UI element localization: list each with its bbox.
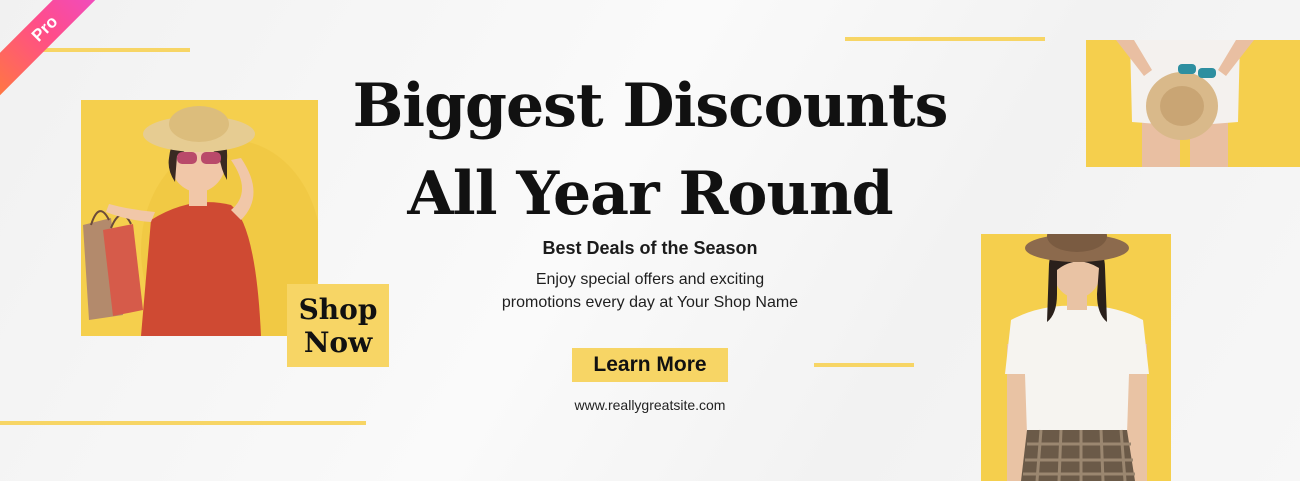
website-link[interactable]: www.reallygreatsite.com bbox=[520, 397, 780, 413]
headline: Biggest Discounts All Year Round bbox=[330, 62, 970, 238]
shop-now-label-line2: Now bbox=[303, 326, 373, 359]
woman-with-shopping-bags-photo bbox=[81, 100, 318, 336]
woman-in-hat-standing-photo bbox=[981, 234, 1171, 481]
learn-more-button[interactable]: Learn More bbox=[572, 348, 728, 382]
hat-at-waist-illustration bbox=[1086, 40, 1300, 167]
subtitle: Best Deals of the Season bbox=[542, 238, 758, 258]
description: Enjoy special offers and exciting promot… bbox=[430, 268, 870, 314]
accent-line-mid-right bbox=[814, 363, 914, 367]
headline-line1: Biggest Discounts bbox=[352, 71, 949, 141]
headline-line2: All Year Round bbox=[407, 159, 893, 229]
promo-banner: Pro Shop Now Biggest Discounts All Year … bbox=[0, 0, 1300, 481]
shop-now-label-line1: Shop bbox=[298, 293, 378, 326]
woman-with-bags-illustration bbox=[81, 100, 318, 336]
description-line1: Enjoy special offers and exciting bbox=[535, 271, 765, 288]
accent-line-top-right bbox=[845, 37, 1045, 41]
shop-now-button[interactable]: Shop Now bbox=[287, 284, 389, 367]
woman-in-hat-illustration bbox=[981, 234, 1171, 481]
accent-line-bottom-left bbox=[0, 421, 366, 425]
hat-held-at-waist-photo bbox=[1086, 40, 1300, 167]
description-line2: promotions every day at Your Shop Name bbox=[501, 294, 799, 311]
accent-line-top-left bbox=[36, 48, 190, 52]
